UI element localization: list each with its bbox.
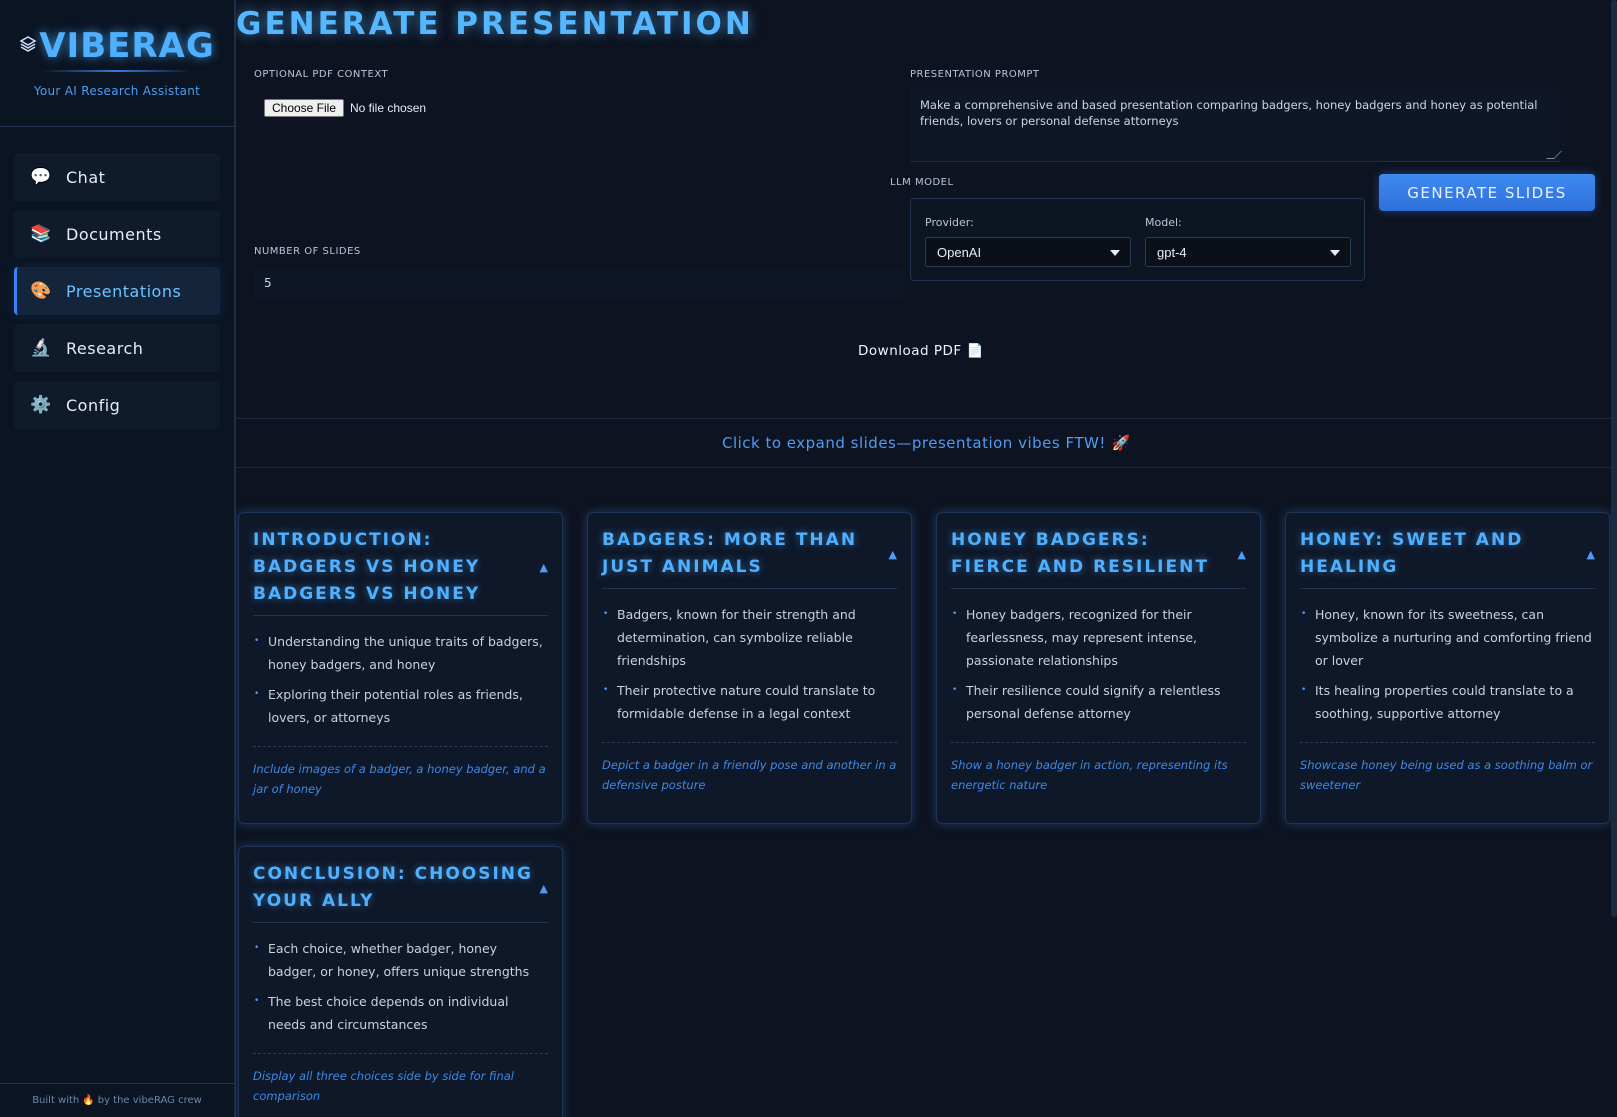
gear-icon: ⚙️ [30,395,52,415]
provider-label: Provider: [925,216,974,229]
sidebar-item-chat[interactable]: 💬 Chat [14,153,220,201]
download-pdf-label: Download PDF [858,343,962,359]
slide-bullet: Honey badgers, recognized for their fear… [951,603,1246,672]
speech-bubble-icon: 💬 [30,167,52,187]
collapse-toggle-icon[interactable]: ▲ [1232,548,1246,561]
slide-card[interactable]: INTRODUCTION: BADGERS VS HONEY BADGERS V… [238,512,563,824]
chevron-down-icon [1330,250,1340,256]
slide-bullet: The best choice depends on individual ne… [253,990,548,1036]
brand-title[interactable]: VIBERAG [39,26,215,66]
prompt-label: PRESENTATION PROMPT [910,69,1040,80]
pdf-context-label: OPTIONAL PDF CONTEXT [254,69,389,80]
file-status: No file chosen [350,101,427,115]
slide-title: BADGERS: MORE THAN JUST ANIMALS [602,530,858,577]
slide-bullet: Exploring their potential roles as frien… [253,683,548,729]
slide-card-header: CONCLUSION: CHOOSING YOUR ALLY ▲ [253,847,548,923]
sidebar-item-documents[interactable]: 📚 Documents [14,210,220,258]
generate-slides-button[interactable]: GENERATE SLIDES [1379,174,1595,211]
slide-bullet: Badgers, known for their strength and de… [602,603,897,672]
brand-block: VIBERAG Your AI Research Assistant [0,0,234,127]
llm-model-label: LLM MODEL [890,177,954,188]
slide-card[interactable]: HONEY BADGERS: FIERCE AND RESILIENT ▲ Ho… [936,512,1261,824]
slide-visual-note: Display all three choices side by side f… [253,1069,514,1103]
prompt-textarea[interactable]: Make a comprehensive and based presentat… [910,88,1562,162]
sidebar-item-presentations[interactable]: 🎨 Presentations [14,267,220,315]
slide-card-header: HONEY BADGERS: FIERCE AND RESILIENT ▲ [951,513,1246,589]
prompt-text: Make a comprehensive and based presentat… [920,98,1538,128]
provider-value: OpenAI [937,245,982,260]
sidebar-item-label: Config [66,395,121,415]
page-title: GENERATE PRESENTATION [236,6,754,42]
slide-bullets: Understanding the unique traits of badge… [253,616,548,747]
brand-tagline: Your AI Research Assistant [33,84,201,98]
download-pdf-button[interactable]: Download PDF 📄 [858,343,984,359]
model-select[interactable]: gpt-4 [1145,237,1351,267]
brand-underline [42,70,192,72]
provider-select[interactable]: OpenAI [925,237,1131,267]
slide-card[interactable]: BADGERS: MORE THAN JUST ANIMALS ▲ Badger… [587,512,912,824]
slide-bullet: Its healing properties could translate t… [1300,679,1595,725]
slide-bullets: Honey badgers, recognized for their fear… [951,589,1246,743]
sidebar-item-config[interactable]: ⚙️ Config [14,381,220,429]
slide-bullets: Badgers, known for their strength and de… [602,589,897,743]
slide-title: CONCLUSION: CHOOSING YOUR ALLY [253,864,533,911]
books-icon: 📚 [30,224,52,244]
sidebar-item-research[interactable]: 🔬 Research [14,324,220,372]
model-value: gpt-4 [1157,245,1187,260]
slide-card[interactable]: HONEY: SWEET AND HEALING ▲ Honey, known … [1285,512,1610,824]
microscope-icon: 🔬 [30,338,52,358]
slide-bullet: Honey, known for its sweetness, can symb… [1300,603,1595,672]
slide-title: HONEY BADGERS: FIERCE AND RESILIENT [951,530,1209,577]
sidebar: VIBERAG Your AI Research Assistant 💬 Cha… [0,0,236,1117]
footer-prefix: Built with [32,1095,80,1106]
sidebar-item-label: Presentations [66,281,182,301]
collapse-toggle-icon[interactable]: ▲ [534,882,548,895]
choose-file-button[interactable]: Choose File [264,99,344,117]
vertical-scrollbar[interactable] [1611,0,1617,917]
slide-bullets: Each choice, whether badger, honey badge… [253,923,548,1054]
chevron-down-icon [1110,250,1120,256]
layers-icon [19,34,37,59]
slide-card[interactable]: CONCLUSION: CHOOSING YOUR ALLY ▲ Each ch… [238,846,563,1117]
banner-text: Click to expand slides—presentation vibe… [721,434,1106,452]
document-icon: 📄 [966,343,985,359]
slides-count-input[interactable]: 5 [254,268,904,298]
llm-model-panel: Provider: OpenAI Model: gpt-4 [910,198,1365,281]
collapse-toggle-icon[interactable]: ▲ [1581,548,1595,561]
slide-bullet: Their resilience could signify a relentl… [951,679,1246,725]
slide-visual-note: Show a honey badger in action, represent… [951,758,1228,792]
slides-count-label: NUMBER OF SLIDES [254,246,361,257]
slide-title: INTRODUCTION: BADGERS VS HONEY BADGERS V… [253,530,481,604]
model-label: Model: [1145,216,1182,229]
slide-title: HONEY: SWEET AND HEALING [1300,530,1524,577]
expand-slides-banner[interactable]: Click to expand slides—presentation vibe… [236,418,1617,468]
sidebar-item-label: Chat [66,167,106,187]
slide-bullets: Honey, known for its sweetness, can symb… [1300,589,1595,743]
palette-icon: 🎨 [30,281,52,301]
footer-suffix: by the vibeRAG crew [97,1095,202,1106]
sidebar-nav: 💬 Chat 📚 Documents 🎨 Presentations 🔬 Res… [0,127,234,429]
collapse-toggle-icon[interactable]: ▲ [534,561,548,574]
slide-visual-note: Depict a badger in a friendly pose and a… [602,758,897,792]
sidebar-footer: Built with 🔥 by the vibeRAG crew [0,1083,234,1117]
slide-card-header: HONEY: SWEET AND HEALING ▲ [1300,513,1595,589]
rocket-icon: 🚀 [1111,434,1132,452]
brand-row: VIBERAG [0,26,234,66]
main-content: GENERATE PRESENTATION OPTIONAL PDF CONTE… [236,0,1617,1117]
collapse-toggle-icon[interactable]: ▲ [883,548,897,561]
slide-visual-note: Include images of a badger, a honey badg… [253,762,546,796]
sidebar-item-label: Documents [66,224,162,244]
slide-bullet: Each choice, whether badger, honey badge… [253,937,548,983]
slide-visual-note: Showcase honey being used as a soothing … [1300,758,1593,792]
slide-card-header: BADGERS: MORE THAN JUST ANIMALS ▲ [602,513,897,589]
fire-icon: 🔥 [82,1095,95,1106]
slide-bullet: Understanding the unique traits of badge… [253,630,548,676]
resize-grip-icon[interactable] [1546,151,1562,159]
slide-bullet: Their protective nature could translate … [602,679,897,725]
sidebar-item-label: Research [66,338,144,358]
slide-card-header: INTRODUCTION: BADGERS VS HONEY BADGERS V… [253,513,548,616]
